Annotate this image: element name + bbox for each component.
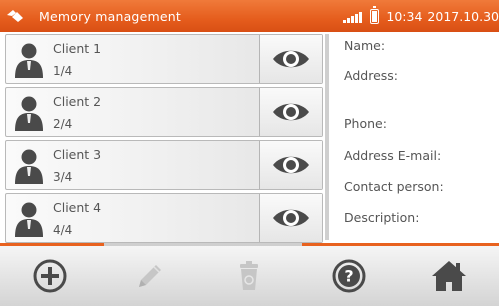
edit-button[interactable] [120, 249, 180, 303]
view-button[interactable] [259, 35, 322, 83]
phone-label: Phone: [344, 116, 387, 131]
view-button[interactable] [259, 194, 322, 242]
description-label: Description: [344, 210, 420, 225]
bottom-toolbar: ? [0, 246, 499, 306]
eye-icon [273, 209, 309, 227]
help-button[interactable]: ? [319, 249, 379, 303]
logo-icon [0, 0, 30, 32]
plus-circle-icon [33, 259, 67, 293]
address-label: Address: [344, 68, 398, 83]
email-label: Address E-mail: [344, 148, 442, 163]
client-count: 2/4 [53, 116, 73, 131]
svg-text:?: ? [345, 267, 354, 286]
client-count: 3/4 [53, 169, 73, 184]
title-bar: Memory management 10:34 2017.10.30 [0, 0, 499, 32]
list-item[interactable]: Client 1 1/4 [5, 34, 323, 84]
help-icon: ? [332, 259, 366, 293]
eye-icon [273, 156, 309, 174]
signal-icon [343, 10, 363, 23]
home-icon [432, 261, 467, 291]
client-name: Client 1 [53, 40, 102, 56]
list-item[interactable]: Client 3 3/4 [5, 140, 323, 190]
clock-time: 10:34 [386, 8, 423, 24]
client-name: Client 3 [53, 146, 102, 162]
client-count: 1/4 [53, 63, 73, 78]
delete-button[interactable] [219, 249, 279, 303]
client-name: Client 4 [53, 199, 102, 215]
contact-person-label: Contact person: [344, 179, 444, 194]
eye-icon [273, 103, 309, 121]
person-icon [6, 35, 52, 83]
trash-icon [240, 261, 259, 290]
eye-icon [273, 50, 309, 68]
client-list: Client 1 1/4 Client 2 2/4 Client 3 3/4 C… [3, 32, 323, 243]
client-name: Client 2 [53, 93, 102, 109]
pencil-icon [138, 265, 161, 287]
person-icon [6, 141, 52, 189]
person-icon [6, 88, 52, 136]
add-button[interactable] [20, 249, 80, 303]
list-item[interactable]: Client 4 4/4 [5, 193, 323, 243]
person-icon [6, 194, 52, 242]
list-item[interactable]: Client 2 2/4 [5, 87, 323, 137]
scrollbar[interactable] [325, 34, 329, 240]
clock-date: 2017.10.30 [427, 8, 499, 24]
view-button[interactable] [259, 141, 322, 189]
home-button[interactable] [419, 249, 479, 303]
name-label: Name: [344, 38, 386, 53]
page-title: Memory management [39, 8, 181, 24]
client-count: 4/4 [53, 222, 73, 237]
view-button[interactable] [259, 88, 322, 136]
battery-icon [370, 5, 380, 24]
